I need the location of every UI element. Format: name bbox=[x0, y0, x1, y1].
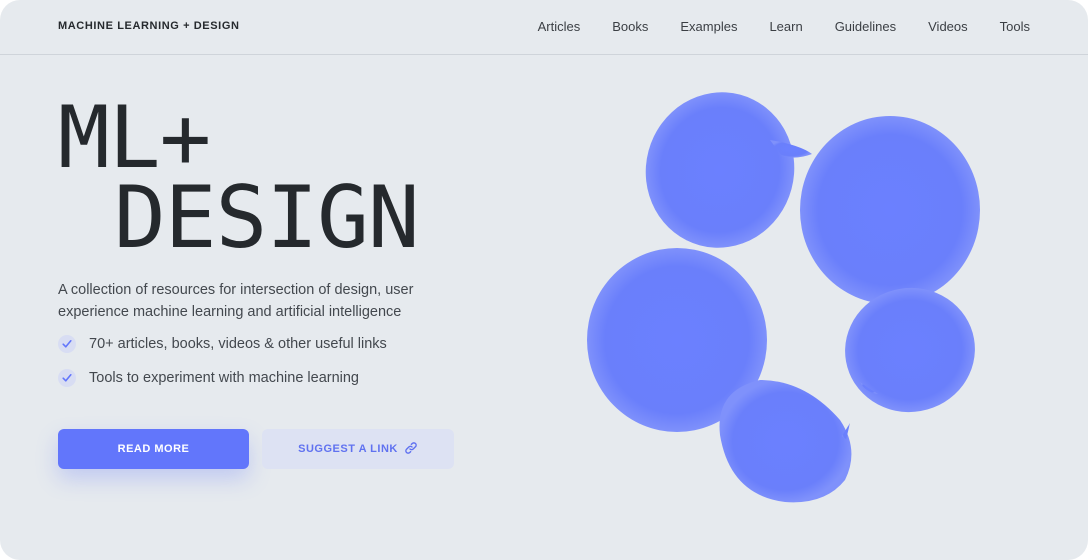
link-icon bbox=[404, 441, 418, 458]
check-icon bbox=[58, 335, 76, 353]
hero-description: A collection of resources for intersecti… bbox=[58, 282, 414, 320]
read-more-label: READ MORE bbox=[117, 443, 190, 455]
nav-examples[interactable]: Examples bbox=[680, 19, 737, 34]
nav-videos[interactable]: Videos bbox=[928, 19, 968, 34]
read-more-button[interactable]: READ MORE bbox=[58, 429, 249, 469]
hero-title-line-1: ML+ bbox=[58, 88, 211, 188]
feature-item: Tools to experiment with machine learnin… bbox=[58, 369, 359, 387]
nav-guidelines[interactable]: Guidelines bbox=[835, 19, 896, 34]
feature-item: 70+ articles, books, videos & other usef… bbox=[58, 335, 387, 353]
nav-books[interactable]: Books bbox=[612, 19, 648, 34]
nav-learn[interactable]: Learn bbox=[769, 19, 802, 34]
hero-title: ML+ DESIGN bbox=[58, 88, 420, 268]
feature-text: 70+ articles, books, videos & other usef… bbox=[89, 336, 387, 352]
suggest-link-button[interactable]: SUGGEST A LINK bbox=[262, 429, 454, 469]
suggest-link-label: SUGGEST A LINK bbox=[298, 443, 398, 455]
feature-text: Tools to experiment with machine learnin… bbox=[89, 370, 359, 386]
hero-title-line-2: DESIGN bbox=[114, 168, 420, 268]
check-icon bbox=[58, 369, 76, 387]
page-frame: MACHINE LEARNING + DESIGN Articles Books… bbox=[0, 0, 1088, 560]
brand-logo[interactable]: MACHINE LEARNING + DESIGN bbox=[58, 20, 240, 32]
nav-tools[interactable]: Tools bbox=[1000, 19, 1030, 34]
site-header: MACHINE LEARNING + DESIGN Articles Books… bbox=[0, 0, 1088, 55]
blob-illustration bbox=[587, 92, 980, 503]
main-nav: Articles Books Examples Learn Guidelines… bbox=[538, 19, 1030, 34]
nav-articles[interactable]: Articles bbox=[538, 19, 581, 34]
